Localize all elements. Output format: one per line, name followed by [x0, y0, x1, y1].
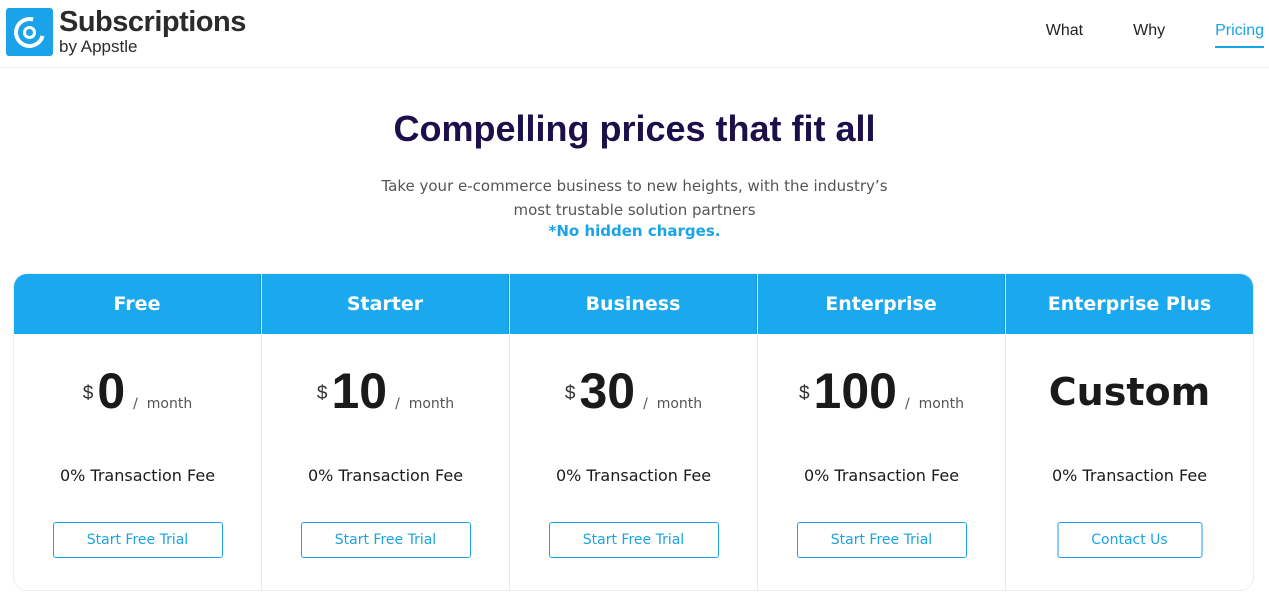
pricing-table: Free $ 0 / month 0% Transaction Fee Star… [13, 273, 1254, 591]
start-free-trial-button[interactable]: Start Free Trial [300, 522, 471, 558]
main-nav: What Why Pricing [996, 22, 1264, 48]
transaction-fee: 0% Transaction Fee [307, 466, 464, 485]
plan-price: $ 10 / month [262, 366, 509, 416]
logo-subtitle: by Appstle [59, 37, 138, 56]
price-amount: 10 [331, 363, 388, 419]
start-free-trial-button[interactable]: Start Free Trial [52, 522, 223, 558]
price-period: / month [643, 396, 703, 412]
logo-icon [6, 8, 53, 56]
transaction-fee: 0% Transaction Fee [555, 466, 712, 485]
price-amount: 0 [97, 363, 126, 419]
transaction-fee: 0% Transaction Fee [803, 466, 960, 485]
start-free-trial-button[interactable]: Start Free Trial [548, 522, 719, 558]
plan-free: Free $ 0 / month 0% Transaction Fee Star… [14, 274, 262, 590]
plan-name: Enterprise [758, 274, 1005, 334]
custom-price: Custom [1048, 370, 1211, 414]
transaction-fee: 0% Transaction Fee [1051, 466, 1208, 485]
price-period: / month [904, 396, 965, 412]
transaction-fee: 0% Transaction Fee [59, 466, 216, 485]
plan-business: Business $ 30 / month 0% Transaction Fee… [510, 274, 758, 590]
plan-name: Starter [262, 274, 509, 334]
plan-name: Free [14, 274, 261, 334]
period-label: month [656, 396, 703, 412]
price-period: / month [133, 396, 193, 412]
logo-text: Subscriptions by Appstle [59, 6, 246, 56]
subtitle-line-1: Take your e-commerce business to new hei… [381, 177, 888, 195]
no-hidden-charges-note: *No hidden charges. [548, 222, 721, 240]
plan-name: Business [510, 274, 757, 334]
currency-symbol: $ [82, 383, 94, 404]
brand-logo[interactable]: Subscriptions by Appstle [6, 8, 246, 56]
site-header: Subscriptions by Appstle What Why Pricin… [0, 0, 1269, 68]
start-free-trial-button[interactable]: Start Free Trial [796, 522, 967, 558]
period-label: month [146, 396, 193, 412]
plan-price: Custom [1006, 366, 1253, 414]
page-title: Compelling prices that fit all [393, 108, 876, 149]
plan-price: $ 0 / month [14, 366, 261, 416]
plan-enterprise: Enterprise $ 100 / month 0% Transaction … [758, 274, 1006, 590]
plan-price: $ 100 / month [758, 366, 1005, 416]
currency-symbol: $ [798, 383, 810, 404]
period-label: month [408, 396, 455, 412]
period-label: month [918, 396, 965, 412]
price-amount: 30 [579, 363, 636, 419]
currency-symbol: $ [316, 383, 328, 404]
contact-us-button[interactable]: Contact Us [1057, 522, 1202, 558]
nav-why[interactable]: Why [1133, 22, 1165, 48]
plan-starter: Starter $ 10 / month 0% Transaction Fee … [262, 274, 510, 590]
currency-symbol: $ [564, 383, 576, 404]
price-amount: 100 [813, 363, 897, 419]
logo-title: Subscriptions [59, 6, 246, 38]
plan-enterprise-plus: Enterprise Plus Custom 0% Transaction Fe… [1006, 274, 1253, 590]
price-period: / month [395, 396, 455, 412]
nav-pricing[interactable]: Pricing [1215, 22, 1264, 48]
plan-price: $ 30 / month [510, 366, 757, 416]
nav-what[interactable]: What [1046, 22, 1083, 48]
subtitle-line-2: most trustable solution partners [513, 201, 756, 219]
page-subtitle: Take your e-commerce business to new hei… [0, 174, 1269, 222]
plan-name: Enterprise Plus [1006, 274, 1253, 334]
